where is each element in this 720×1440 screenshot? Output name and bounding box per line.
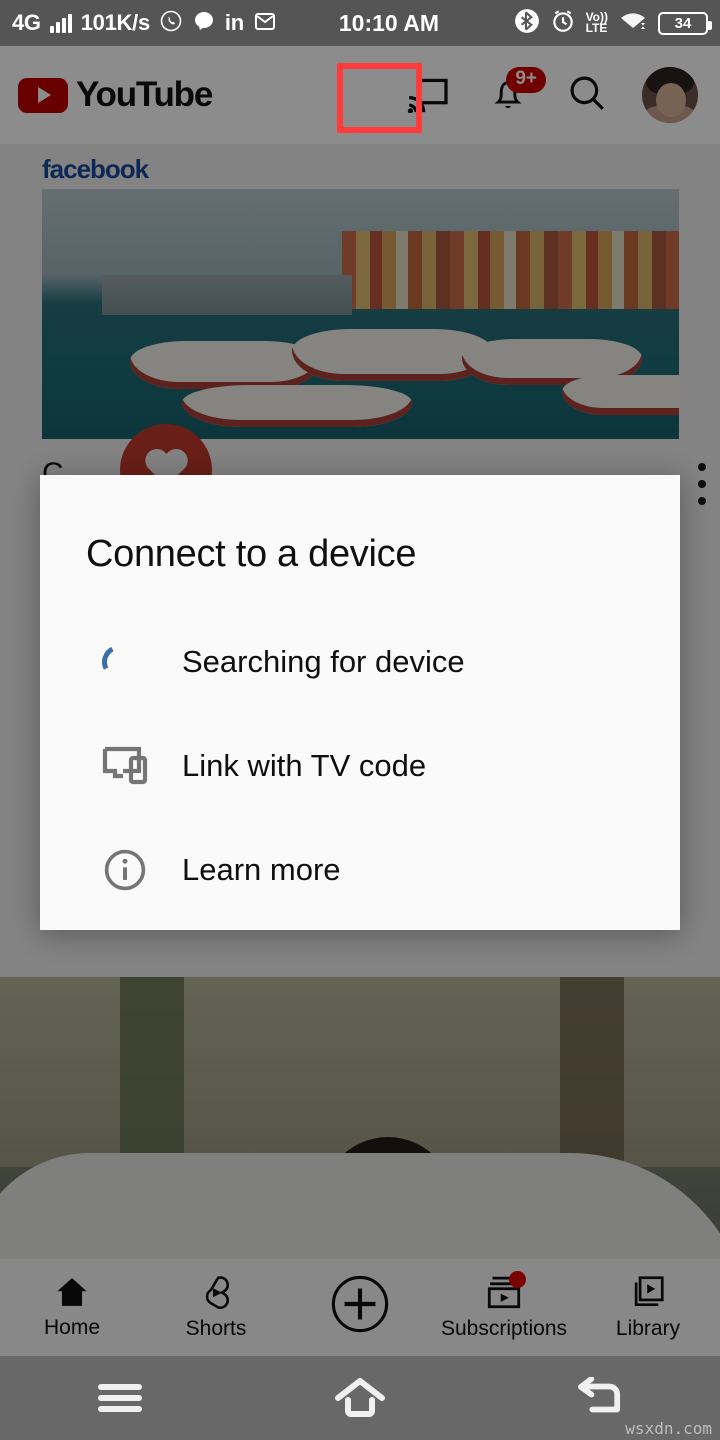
- back-button-icon: [578, 1377, 621, 1413]
- dialog-title: Connect to a device: [86, 533, 417, 575]
- nav-item-library[interactable]: Library: [576, 1274, 720, 1341]
- dialog-item-learn-more-label: Learn more: [182, 852, 341, 887]
- loading-spinner-icon: [86, 640, 182, 684]
- wifi-icon: [618, 9, 648, 38]
- header-actions: 9+: [402, 67, 702, 123]
- linkedin-icon: in: [224, 10, 244, 35]
- bottom-navigation: Home Shorts Subscriptions Library: [0, 1258, 720, 1356]
- thumb-tree: [560, 977, 624, 1167]
- battery-level-label: 34: [674, 14, 692, 32]
- nav-label-subscriptions: Subscriptions: [440, 1317, 568, 1340]
- nav-label-home: Home: [43, 1316, 101, 1339]
- nav-item-home[interactable]: Home: [0, 1275, 144, 1340]
- avatar-face: [656, 83, 686, 117]
- whatsapp-icon: [159, 9, 183, 38]
- shorts-icon: [205, 1276, 230, 1309]
- boat: [182, 385, 412, 427]
- search-button[interactable]: [566, 72, 608, 119]
- notification-badge: 9+: [506, 67, 546, 93]
- boat: [562, 375, 679, 415]
- info-icon: [86, 847, 182, 893]
- recents-button[interactable]: [0, 1379, 240, 1417]
- dialog-item-learn-more[interactable]: Learn more: [40, 818, 680, 922]
- library-icon: [634, 1276, 664, 1307]
- youtube-wordmark: YouTube: [76, 75, 213, 114]
- data-rate-label: 101K/s: [80, 10, 150, 35]
- notifications-button[interactable]: 9+: [488, 67, 546, 117]
- home-icon: [57, 1278, 87, 1306]
- youtube-play-icon: [18, 77, 68, 113]
- search-icon: [570, 76, 604, 110]
- email-icon: [253, 9, 277, 38]
- nav-item-subscriptions[interactable]: Subscriptions: [432, 1271, 576, 1341]
- alarm-icon: [550, 8, 576, 39]
- harbor-buildings: [342, 231, 679, 309]
- dialog-item-searching-label: Searching for device: [182, 644, 465, 679]
- dialog-item-searching[interactable]: Searching for device: [40, 610, 680, 714]
- cast-icon-annotation-rectangle: [337, 63, 422, 133]
- bluetooth-icon: [514, 8, 540, 39]
- tv-and-phone-icon: [86, 744, 182, 788]
- kebab-menu-icon[interactable]: [698, 463, 706, 514]
- status-bar-right: Vo)) LTE 34: [514, 8, 712, 39]
- home-button-icon: [335, 1378, 385, 1417]
- signal-bars-icon: [49, 13, 72, 33]
- create-plus-icon: [331, 1275, 389, 1333]
- volte-icon: Vo)) LTE: [585, 9, 608, 35]
- android-navigation-bar: [0, 1356, 720, 1440]
- account-avatar[interactable]: [642, 67, 698, 123]
- battery-icon: 34: [658, 11, 712, 35]
- subscriptions-badge-dot: [509, 1271, 526, 1288]
- harbor-dock: [102, 275, 352, 315]
- nav-label-shorts: Shorts: [185, 1317, 247, 1340]
- nav-label-library: Library: [615, 1317, 681, 1340]
- youtube-logo[interactable]: YouTube: [18, 75, 213, 115]
- dialog-item-link-tv-code[interactable]: Link with TV code: [40, 714, 680, 818]
- clock-label: 10:10 AM: [338, 9, 439, 36]
- dialog-item-link-tv-code-label: Link with TV code: [182, 748, 427, 783]
- thumb-tree: [120, 977, 184, 1167]
- status-bar-left: 4G 101K/s in: [12, 9, 277, 38]
- back-button[interactable]: [480, 1377, 720, 1419]
- nav-item-shorts[interactable]: Shorts: [144, 1274, 288, 1341]
- status-bar: 4G 101K/s in 10:10 AM Vo)) LTE 34: [0, 0, 720, 46]
- nav-item-create[interactable]: [288, 1273, 432, 1342]
- connect-to-device-dialog: Connect to a device Searching for device…: [40, 475, 680, 930]
- facebook-wordmark: facebook: [42, 154, 149, 184]
- recents-menu-icon: [98, 1379, 142, 1417]
- ad-advertiser: facebook: [0, 144, 720, 189]
- dialog-options: Searching for device Link with TV code L…: [40, 610, 680, 922]
- site-watermark: wsxdn.com: [625, 1419, 712, 1438]
- messenger-icon: [192, 9, 216, 38]
- ad-image[interactable]: [42, 189, 679, 439]
- network-type-label: 4G: [12, 10, 41, 35]
- home-button[interactable]: [240, 1376, 480, 1420]
